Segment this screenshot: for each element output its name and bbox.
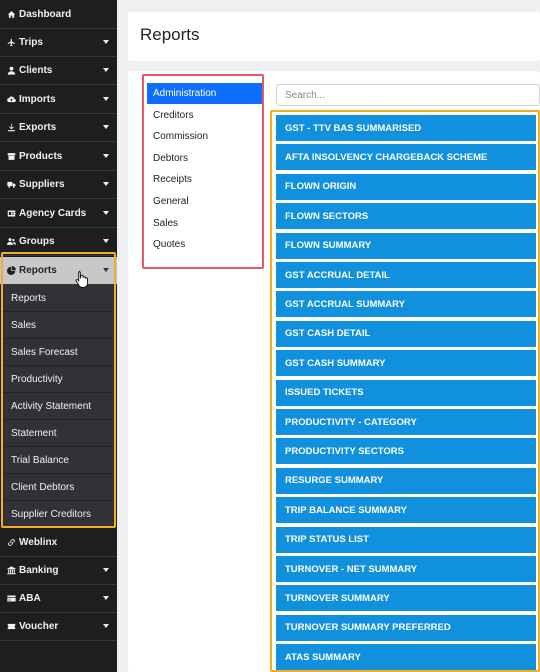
report-button[interactable]: ATAS SUMMARY xyxy=(276,644,536,671)
sidebar-item-label: Suppliers xyxy=(19,179,65,190)
submenu-item-productivity[interactable]: Productivity xyxy=(3,366,114,393)
chevron-down-icon xyxy=(103,154,109,158)
sidebar-item-label: Dashboard xyxy=(19,9,72,20)
sidebar-item-label: ABA xyxy=(19,593,41,604)
credit-card-icon xyxy=(6,593,17,604)
submenu-item-reports[interactable]: Reports xyxy=(3,285,114,312)
plane-icon xyxy=(6,37,17,48)
submenu-item-activity-statement[interactable]: Activity Statement xyxy=(3,393,114,420)
sidebar-item-clients[interactable]: Clients xyxy=(0,57,117,85)
pie-chart-icon xyxy=(6,265,17,276)
sidebar-item-label: Exports xyxy=(19,122,57,133)
sidebar-item-label: Reports xyxy=(19,265,57,276)
chevron-down-icon xyxy=(103,40,109,44)
sidebar-item-label: Weblinx xyxy=(19,537,58,548)
report-button[interactable]: TURNOVER SUMMARY xyxy=(276,585,536,612)
report-button[interactable]: AFTA INSOLVENCY CHARGEBACK SCHEME xyxy=(276,144,536,171)
report-button[interactable]: GST ACCRUAL SUMMARY xyxy=(276,291,536,318)
sidebar-item-suppliers[interactable]: Suppliers xyxy=(0,171,117,199)
link-icon xyxy=(6,537,17,548)
id-card-icon xyxy=(6,208,17,219)
sidebar-item-dashboard[interactable]: Dashboard xyxy=(0,1,117,29)
sidebar-item-label: Banking xyxy=(19,565,59,576)
report-button[interactable]: GST ACCRUAL DETAIL xyxy=(276,262,536,288)
report-button[interactable]: ISSUED TICKETS xyxy=(276,379,536,406)
chevron-down-icon xyxy=(103,68,109,72)
sidebar-item-label: Trips xyxy=(19,37,43,48)
sidebar-item-label: Clients xyxy=(19,65,53,76)
chevron-down-icon xyxy=(103,97,109,101)
sidebar-item-label: Groups xyxy=(19,236,55,247)
category-item-sales[interactable]: Sales xyxy=(147,213,263,234)
submenu-item-client-debtors[interactable]: Client Debtors xyxy=(3,474,114,501)
page-header: Reports xyxy=(128,12,540,61)
sidebar-item-weblinx[interactable]: Weblinx xyxy=(0,529,117,557)
report-search-input[interactable] xyxy=(276,84,540,106)
chevron-down-icon xyxy=(103,125,109,129)
sidebar-item-exports[interactable]: Exports xyxy=(0,114,117,142)
category-item-general[interactable]: General xyxy=(147,191,263,212)
cloud-upload-icon xyxy=(6,94,17,105)
category-item-quotes[interactable]: Quotes xyxy=(147,234,263,255)
category-item-receipts[interactable]: Receipts xyxy=(147,169,263,190)
page-title: Reports xyxy=(140,25,200,44)
sidebar-item-imports[interactable]: Imports xyxy=(0,86,117,114)
sidebar-item-reports[interactable]: Reports xyxy=(0,257,117,285)
submenu-item-sales[interactable]: Sales xyxy=(3,312,114,339)
users-icon xyxy=(6,236,17,247)
hand-cursor-icon xyxy=(75,270,89,288)
submenu-item-sales-forecast[interactable]: Sales Forecast xyxy=(3,339,114,366)
report-button[interactable]: TRIP BALANCE SUMMARY xyxy=(276,497,536,524)
report-button[interactable]: FLOWN SUMMARY xyxy=(276,232,536,259)
download-icon xyxy=(6,122,17,133)
report-button[interactable]: PRODUCTIVITY SECTORS xyxy=(276,438,536,465)
chevron-down-icon xyxy=(103,596,109,600)
report-category-list: Administration Creditors Commission Debtors… xyxy=(145,78,263,266)
sidebar-item-label: Imports xyxy=(19,94,56,105)
sidebar-item-label: Products xyxy=(19,151,63,162)
report-button[interactable]: TURNOVER - NET SUMMARY xyxy=(276,556,536,582)
report-button[interactable]: TRIP STATUS LIST xyxy=(276,526,536,553)
chevron-down-icon xyxy=(103,268,109,272)
sidebar-item-products[interactable]: Products xyxy=(0,143,117,171)
report-button[interactable]: FLOWN ORIGIN xyxy=(276,173,536,200)
chevron-down-icon xyxy=(103,624,109,628)
category-item-administration[interactable]: Administration xyxy=(147,83,263,104)
report-button[interactable]: RESURGE SUMMARY xyxy=(276,467,536,494)
report-button[interactable]: FLOWN SECTORS xyxy=(276,203,536,230)
sidebar-item-aba[interactable]: ABA xyxy=(0,585,117,613)
sidebar-item-banking[interactable]: Banking xyxy=(0,557,117,585)
report-button[interactable]: GST CASH SUMMARY xyxy=(276,350,536,377)
sidebar-item-groups[interactable]: Groups xyxy=(0,228,117,256)
submenu-item-supplier-creditors[interactable]: Supplier Creditors xyxy=(3,501,114,528)
box-icon xyxy=(6,151,17,162)
report-button[interactable]: TURNOVER SUMMARY PREFERRED xyxy=(276,614,536,641)
report-button[interactable]: PRODUCTIVITY - CATEGORY xyxy=(276,409,536,435)
ticket-icon xyxy=(6,621,17,632)
sidebar-item-label: Agency Cards xyxy=(19,208,87,219)
category-item-commission[interactable]: Commission xyxy=(147,126,263,147)
report-button[interactable]: GST CASH DETAIL xyxy=(276,320,536,347)
category-item-creditors[interactable]: Creditors xyxy=(147,105,263,126)
submenu-item-trial-balance[interactable]: Trial Balance xyxy=(3,447,114,474)
chevron-down-icon xyxy=(103,182,109,186)
submenu-item-statement[interactable]: Statement xyxy=(3,420,114,447)
sidebar-item-trips[interactable]: Trips xyxy=(0,29,117,57)
home-icon xyxy=(6,9,17,20)
user-icon xyxy=(6,65,17,76)
chevron-down-icon xyxy=(103,239,109,243)
chevron-down-icon xyxy=(103,211,109,215)
report-button[interactable]: GST - TTV BAS SUMMARISED xyxy=(276,115,536,141)
category-item-debtors[interactable]: Debtors xyxy=(147,148,263,169)
sidebar-item-agency-cards[interactable]: Agency Cards xyxy=(0,200,117,228)
sidebar-item-label: Voucher xyxy=(19,621,59,632)
chevron-down-icon xyxy=(103,568,109,572)
truck-icon xyxy=(6,179,17,190)
sidebar-item-voucher[interactable]: Voucher xyxy=(0,613,117,641)
bank-icon xyxy=(6,565,17,576)
